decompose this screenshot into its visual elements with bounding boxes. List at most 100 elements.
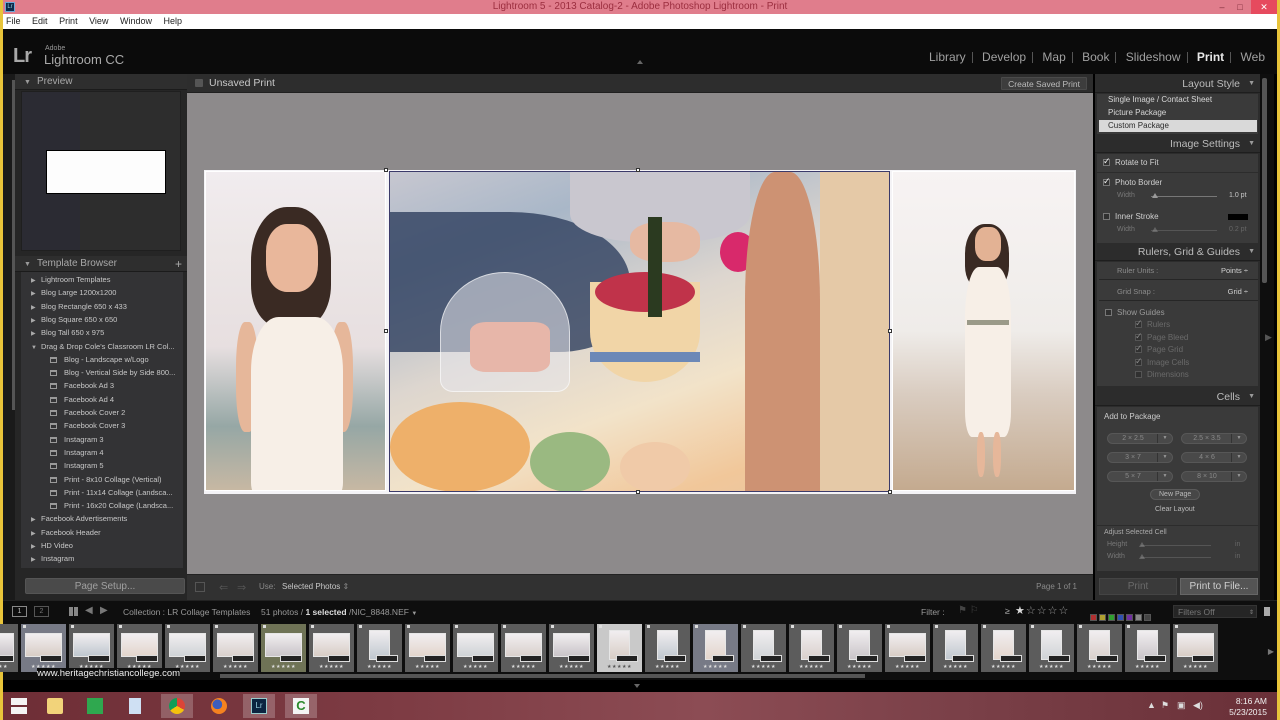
filmstrip-thumbnail[interactable]: ★★★★★ [549,624,594,672]
template-item[interactable]: Instagram 3 [21,433,181,446]
clear-layout-button[interactable]: Clear Layout [1155,506,1195,513]
color-label-filter[interactable] [1090,614,1097,621]
color-label-filter[interactable] [1099,614,1106,621]
start-button[interactable] [3,694,35,718]
filmstrip-thumbnail[interactable]: ★★★★★ [1125,624,1170,672]
template-folder[interactable]: ▶ HD Video [21,539,181,552]
template-folder[interactable]: ▶ Facebook Advertisements [21,512,181,525]
template-item[interactable]: Print - 16x20 Collage (Landsca... [21,499,181,512]
taskbar-firefox[interactable] [203,694,235,718]
cell-resize-handle[interactable] [636,168,640,172]
back-arrow-icon[interactable]: ◀ [85,605,93,616]
filmstrip-thumbnail[interactable]: ★★★★★ [645,624,690,672]
bottom-panel-toggle-icon[interactable] [634,684,640,688]
template-item[interactable]: Print - 11x14 Collage (Landsca... [21,486,181,499]
collapsed-triangle-icon[interactable]: ▶ [31,554,39,565]
photo-border-width-slider[interactable]: Width 1.0 pt [1117,192,1257,201]
module-book[interactable]: Book [1076,50,1115,64]
filmstrip-scrollbar[interactable] [220,674,865,678]
filmstrip-thumbnail[interactable]: ★★★★★ [117,624,162,672]
top-panel-toggle-icon[interactable] [637,60,643,64]
rulers-grid-guides-header[interactable]: Rulers, Grid & Guides ▼ [1095,243,1260,261]
secondary-window-button[interactable]: 2 [34,606,49,617]
add-template-icon[interactable]: + [175,256,182,272]
module-develop[interactable]: Develop [976,50,1032,64]
menu-window[interactable]: Window [120,16,152,26]
maximize-button[interactable]: □ [1231,0,1249,14]
show-hidden-icons[interactable]: ▲ [1147,700,1156,710]
expanded-triangle-icon[interactable]: ▼ [31,342,39,353]
template-item[interactable]: Facebook Ad 3 [21,379,181,392]
cell-size-button[interactable]: 4 × 6 ▼ [1181,452,1247,463]
layout-picture-package[interactable]: Picture Package [1099,107,1257,119]
filmstrip-thumbnail[interactable]: ★★★★★ [885,624,930,672]
filmstrip-thumbnail[interactable]: ★★★★★ [357,624,402,672]
filmstrip-thumbnail[interactable]: ★★★★★ [165,624,210,672]
photo-cell-beach-right[interactable] [892,171,1075,491]
template-folder[interactable]: ▶ Blog Square 650 x 650 [21,313,181,326]
print-button[interactable]: Print [1099,578,1177,595]
show-guides-checkbox[interactable]: Show Guides [1105,308,1165,317]
taskbar-file-explorer[interactable] [39,694,71,718]
guide-page-bleed-checkbox[interactable]: Page Bleed [1135,331,1188,342]
network-icon[interactable]: ▣ [1177,700,1186,711]
page-setup-button[interactable]: Page Setup... [25,578,185,594]
cell-resize-handle[interactable] [636,490,640,494]
filmstrip-thumbnail[interactable]: ★★★★★ [213,624,258,672]
filter-lock-icon[interactable] [1264,607,1270,616]
filmstrip-thumbnail[interactable]: ★★★★★ [693,624,738,672]
previous-page-icon[interactable]: ⇐ [219,581,228,594]
rating-filter-stars[interactable]: ★☆☆☆☆ [1015,604,1069,617]
layout-single-image[interactable]: Single Image / Contact Sheet [1099,94,1257,106]
cell-size-button[interactable]: 3 × 7 ▼ [1107,452,1173,463]
template-folder[interactable]: ▶ Blog Rectangle 650 x 433 [21,300,181,313]
create-saved-print-button[interactable]: Create Saved Print [1001,77,1087,90]
selection-info[interactable]: 51 photos / 1 selected /NIC_8848.NEF ▼ [261,607,417,617]
guide-dimensions-checkbox[interactable]: Dimensions [1135,370,1189,379]
taskbar-chrome[interactable] [161,694,193,718]
template-folder[interactable]: ▶ Blog Tall 650 x 975 [21,326,181,339]
template-folder[interactable]: ▶ Facebook Header [21,526,181,539]
filmstrip-thumbnail[interactable]: ★★★★★ [1029,624,1074,672]
color-label-filter[interactable] [1144,614,1151,621]
cell-size-button[interactable]: 8 × 10 ▼ [1181,471,1247,482]
ruler-units-select[interactable]: Points ÷ [1221,266,1248,275]
clock[interactable]: 8:16 AM 5/23/2015 [1229,696,1267,718]
filmstrip-thumbnail[interactable]: ★★★★★ [453,624,498,672]
template-item[interactable]: Facebook Cover 3 [21,419,181,432]
collapsed-triangle-icon[interactable]: ▶ [31,514,39,525]
filter-preset-select[interactable]: Filters Off ⇕ [1173,605,1257,618]
filmstrip-thumbnail[interactable]: ★★★★★ [597,624,642,672]
module-web[interactable]: Web [1235,50,1271,64]
layout-custom-package[interactable]: Custom Package [1099,120,1257,132]
cell-size-button[interactable]: 5 × 7 ▼ [1107,471,1173,482]
grid-snap-select[interactable]: Grid ÷ [1228,287,1248,296]
module-map[interactable]: Map [1036,50,1071,64]
filmstrip-thumbnail[interactable]: ★★★★★ [0,624,18,672]
filmstrip-thumbnail[interactable]: ★★★★★ [309,624,354,672]
cell-resize-handle[interactable] [888,329,892,333]
collapsed-triangle-icon[interactable]: ▶ [31,275,39,286]
guide-page-grid-checkbox[interactable]: Page Grid [1135,343,1183,354]
rating-star[interactable]: ☆ [1048,605,1059,617]
rating-operator[interactable]: ≥ [1005,606,1010,616]
volume-icon[interactable]: ◀) [1193,700,1203,711]
template-folder[interactable]: ▶ Instagram [21,552,181,565]
cell-resize-handle[interactable] [384,168,388,172]
preview-header[interactable]: ▼ Preview [15,74,187,90]
use-selector[interactable]: Selected Photos ⇕ [282,582,349,591]
template-folder[interactable]: ▶ Blog Large 1200x1200 [21,286,181,299]
template-item[interactable]: Blog - Landscape w/Logo [21,353,181,366]
rating-star[interactable]: ☆ [1026,605,1037,617]
guide-rulers-checkbox[interactable]: Rulers [1135,318,1170,329]
layout-style-header[interactable]: Layout Style ▼ [1095,75,1260,93]
next-page-icon[interactable]: ⇒ [237,581,246,594]
new-page-button[interactable]: New Page [1150,489,1201,500]
filmstrip-thumbnail[interactable]: ★★★★★ [69,624,114,672]
filmstrip-thumbnail[interactable]: ★★★★★ [1173,624,1218,672]
cell-resize-handle[interactable] [888,490,892,494]
close-button[interactable]: ✕ [1251,0,1277,14]
taskbar-camtasia[interactable]: C [285,694,317,718]
right-panel-toggle-icon[interactable]: ▶ [1265,332,1272,343]
filmstrip-thumbnail[interactable]: ★★★★★ [837,624,882,672]
